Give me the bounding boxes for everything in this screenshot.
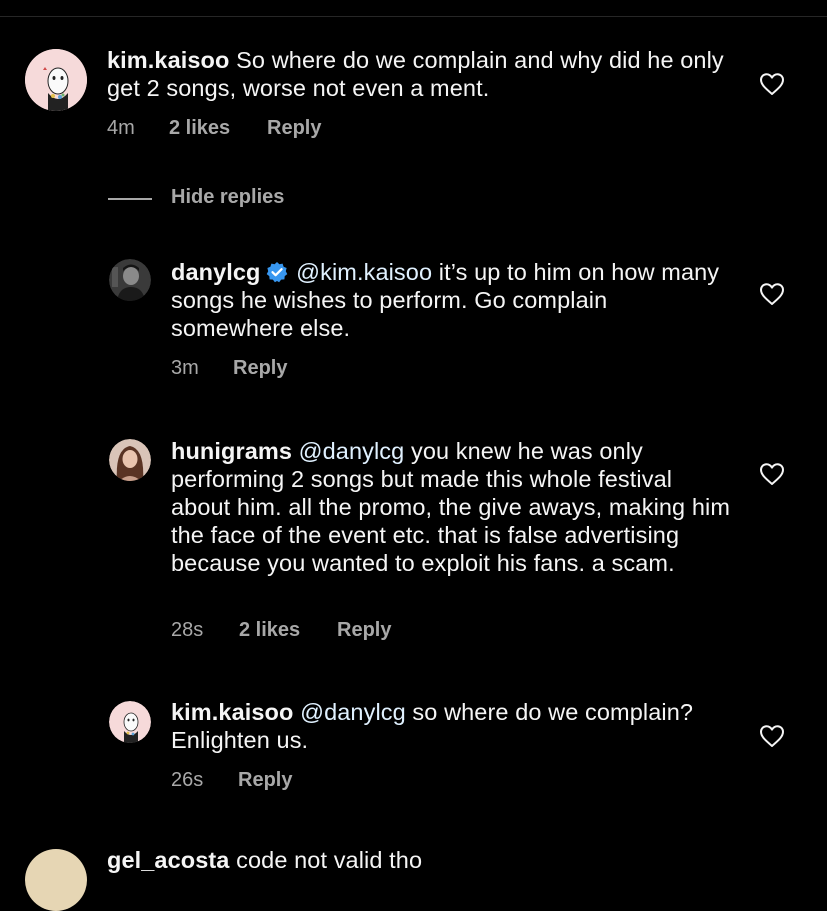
reply-username[interactable]: hunigrams (171, 438, 292, 464)
likes-count[interactable]: 2 likes (169, 117, 230, 140)
reply-button[interactable]: Reply (238, 769, 292, 792)
reply-text: hunigrams @danylcg you knew he was only … (171, 437, 731, 577)
heart-icon[interactable] (759, 724, 785, 748)
mention-link[interactable]: @danylcg (300, 699, 406, 725)
reply-time: 26s (171, 769, 204, 791)
reply-time: 28s (171, 619, 204, 641)
reply-username[interactable]: danylcg (171, 259, 261, 285)
hide-replies-line (108, 198, 152, 200)
top-divider (0, 16, 827, 17)
reply-text: kim.kaisoo @danylcg so where do we compl… (171, 698, 731, 754)
heart-icon[interactable] (759, 72, 785, 96)
avatar[interactable] (25, 49, 87, 111)
comment-text: gel_acosta code not valid tho (107, 846, 727, 874)
avatar[interactable] (109, 439, 151, 481)
hide-replies-button[interactable]: Hide replies (171, 186, 284, 209)
heart-icon[interactable] (759, 282, 785, 306)
reply-time: 3m (171, 357, 199, 379)
comment-username[interactable]: gel_acosta (107, 847, 229, 873)
reply-text: danylcg @kim.kaisoo it’s up to him on ho… (171, 258, 731, 342)
comment-username[interactable]: kim.kaisoo (107, 47, 229, 73)
reply-button[interactable]: Reply (233, 357, 287, 380)
mention-link[interactable]: @kim.kaisoo (296, 259, 432, 285)
reply-username[interactable]: kim.kaisoo (171, 699, 293, 725)
comment-time: 4m (107, 117, 135, 139)
avatar[interactable] (109, 259, 151, 301)
mention-link[interactable]: @danylcg (299, 438, 405, 464)
verified-badge-icon (266, 262, 287, 283)
avatar[interactable] (109, 701, 151, 743)
comment-text: kim.kaisoo So where do we complain and w… (107, 46, 727, 102)
comment-body: code not valid tho (236, 847, 423, 873)
avatar[interactable] (25, 849, 87, 911)
reply-button[interactable]: Reply (267, 117, 321, 140)
heart-icon[interactable] (759, 462, 785, 486)
likes-count[interactable]: 2 likes (239, 619, 300, 642)
reply-button[interactable]: Reply (337, 619, 391, 642)
